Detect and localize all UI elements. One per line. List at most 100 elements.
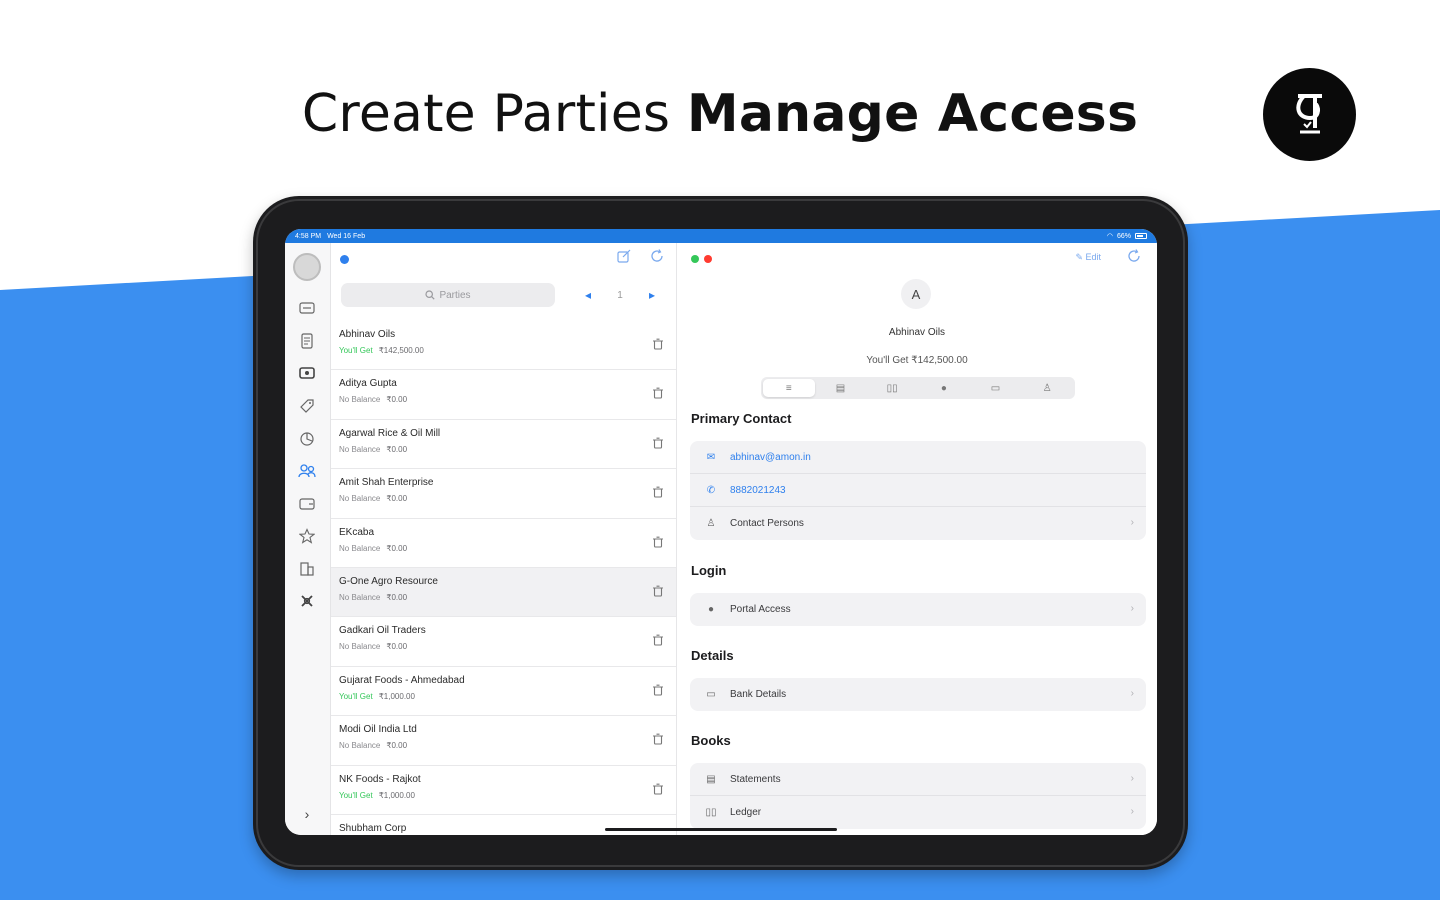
- list-item[interactable]: Shubham Corp: [331, 815, 676, 835]
- pager: ◂ 1 ▸: [585, 285, 655, 305]
- party-name: Gujarat Foods - Ahmedabad: [339, 674, 465, 686]
- list-item-selected[interactable]: G-One Agro Resource No Balance ₹0.00: [331, 567, 676, 618]
- next-page-icon[interactable]: ▸: [649, 288, 655, 302]
- section-title-login: Login: [691, 563, 727, 578]
- party-amount: ₹142,500.00: [378, 346, 424, 355]
- info-icon[interactable]: [340, 255, 349, 264]
- refresh-icon[interactable]: [1127, 249, 1141, 266]
- list-item[interactable]: Abhinav Oils You'll Get ₹142,500.00: [331, 321, 676, 371]
- tools-icon[interactable]: [298, 592, 316, 610]
- globe-icon[interactable]: ●: [918, 379, 970, 397]
- document-icon[interactable]: [298, 332, 316, 350]
- party-status: You'll Get: [339, 790, 373, 800]
- headline-light: Create Parties: [301, 84, 687, 144]
- bank-details-row[interactable]: ▭ Bank Details ›: [690, 678, 1146, 711]
- status-bar: 4:58 PM Wed 16 Feb ◠ 66%: [285, 229, 1157, 243]
- favorites-icon[interactable]: [298, 527, 316, 545]
- tag-icon[interactable]: [298, 397, 316, 415]
- party-name: Gadkari Oil Traders: [339, 625, 426, 637]
- wallet-icon[interactable]: [298, 495, 316, 513]
- phone-row[interactable]: ✆ 8882021243: [690, 474, 1146, 507]
- list-item[interactable]: Aditya Gupta No Balance ₹0.00: [331, 370, 676, 420]
- online-dot-icon: [691, 255, 699, 263]
- battery-level: 66%: [1116, 232, 1131, 240]
- login-group: ● Portal Access ›: [690, 593, 1146, 626]
- party-amount: ₹0.00: [386, 741, 408, 751]
- chevron-right-icon[interactable]: ›: [298, 805, 316, 823]
- details-group: ▭ Bank Details ›: [690, 678, 1146, 711]
- ledger-row[interactable]: ▯▯ Ledger ›: [690, 796, 1146, 829]
- headline: Create Parties Manage Access: [0, 84, 1440, 144]
- party-status: No Balance: [339, 494, 381, 504]
- book-icon[interactable]: ▯▯: [866, 379, 918, 397]
- reports-icon[interactable]: [298, 430, 316, 448]
- refresh-icon[interactable]: [650, 249, 664, 266]
- delete-icon[interactable]: [651, 782, 665, 796]
- party-status: No Balance: [339, 741, 381, 751]
- party-status: No Balance: [339, 592, 381, 602]
- bank-icon: ▭: [706, 689, 716, 700]
- portal-access-row[interactable]: ● Portal Access ›: [690, 593, 1146, 626]
- delete-icon[interactable]: [651, 386, 665, 400]
- party-name: NK Foods - Rajkot: [339, 773, 421, 785]
- list-item[interactable]: Gadkari Oil Traders No Balance ₹0.00: [331, 617, 676, 667]
- building-icon[interactable]: [298, 560, 316, 578]
- edit-button[interactable]: ✎ Edit: [1075, 252, 1101, 263]
- delete-icon[interactable]: [651, 485, 665, 499]
- delete-icon[interactable]: [651, 436, 665, 450]
- party-status: No Balance: [339, 395, 381, 405]
- email-value: abhinav@amon.in: [730, 451, 811, 463]
- battery-icon: [1135, 233, 1147, 239]
- tablet-screen: 4:58 PM Wed 16 Feb ◠ 66% › Parties ◂ 1 ▸…: [285, 229, 1157, 835]
- person-icon[interactable]: ♙: [1021, 379, 1073, 397]
- party-detail-pane: ✎ Edit A Abhinav Oils You'll Get ₹142,50…: [677, 243, 1157, 835]
- headline-bold: Manage Access: [686, 84, 1139, 144]
- delete-icon[interactable]: [651, 584, 665, 598]
- statements-row[interactable]: ▤ Statements ›: [690, 763, 1146, 796]
- list-item[interactable]: Agarwal Rice & Oil Mill No Balance ₹0.00: [331, 420, 676, 470]
- email-row[interactable]: ✉ abhinav@amon.in: [690, 441, 1146, 474]
- party-amount: ₹0.00: [386, 494, 408, 504]
- list-item[interactable]: EKcaba No Balance ₹0.00: [331, 519, 676, 568]
- prev-page-icon[interactable]: ◂: [585, 288, 591, 302]
- delete-icon[interactable]: [651, 337, 665, 351]
- mail-icon: ✉: [706, 451, 716, 463]
- cash-icon[interactable]: [298, 364, 316, 382]
- delete-icon[interactable]: [651, 633, 665, 647]
- parties-icon[interactable]: [298, 462, 316, 480]
- list-item[interactable]: Modi Oil India Ltd No Balance ₹0.00: [331, 716, 676, 766]
- party-amount: ₹0.00: [386, 444, 408, 454]
- delete-icon[interactable]: [651, 535, 665, 549]
- party-name: Agarwal Rice & Oil Mill: [339, 427, 441, 439]
- contact-persons-label: Contact Persons: [730, 518, 804, 529]
- nav-rail: ›: [285, 243, 331, 835]
- search-input[interactable]: Parties: [341, 283, 555, 307]
- chevron-right-icon: ›: [1130, 603, 1134, 614]
- party-balance: You'll Get ₹142,500.00: [866, 355, 968, 366]
- party-name: Amit Shah Enterprise: [339, 477, 434, 489]
- list-item[interactable]: Amit Shah Enterprise No Balance ₹0.00: [331, 469, 676, 519]
- delete-icon[interactable]: [651, 732, 665, 746]
- chevron-right-icon: ›: [1130, 773, 1134, 784]
- wifi-icon: ◠: [1106, 233, 1113, 240]
- status-date: Wed 16 Feb: [327, 232, 366, 240]
- list-item[interactable]: NK Foods - Rajkot You'll Get ₹1,000.00: [331, 766, 676, 815]
- book-icon: ▯▯: [705, 807, 717, 818]
- books-group: ▤ Statements › ▯▯ Ledger ›: [690, 763, 1146, 829]
- avatar[interactable]: [293, 253, 321, 281]
- home-indicator: [605, 828, 837, 831]
- document-icon[interactable]: ▤: [815, 379, 867, 397]
- delete-icon[interactable]: [651, 683, 665, 697]
- list-item[interactable]: Gujarat Foods - Ahmedabad You'll Get ₹1,0…: [331, 667, 676, 717]
- party-amount: ₹1,000.00: [378, 691, 415, 701]
- list-icon[interactable]: ≡: [763, 379, 815, 397]
- card-icon[interactable]: ▭: [970, 379, 1022, 397]
- section-title-primary-contact: Primary Contact: [691, 411, 792, 426]
- search-placeholder: Parties: [439, 289, 471, 301]
- globe-icon: ●: [707, 604, 715, 615]
- contact-persons-row[interactable]: ♙ Contact Persons ›: [690, 507, 1146, 540]
- compose-icon[interactable]: [617, 249, 631, 266]
- invoice-icon[interactable]: [298, 299, 316, 317]
- party-status: No Balance: [339, 444, 381, 454]
- party-status: You'll Get: [339, 346, 373, 355]
